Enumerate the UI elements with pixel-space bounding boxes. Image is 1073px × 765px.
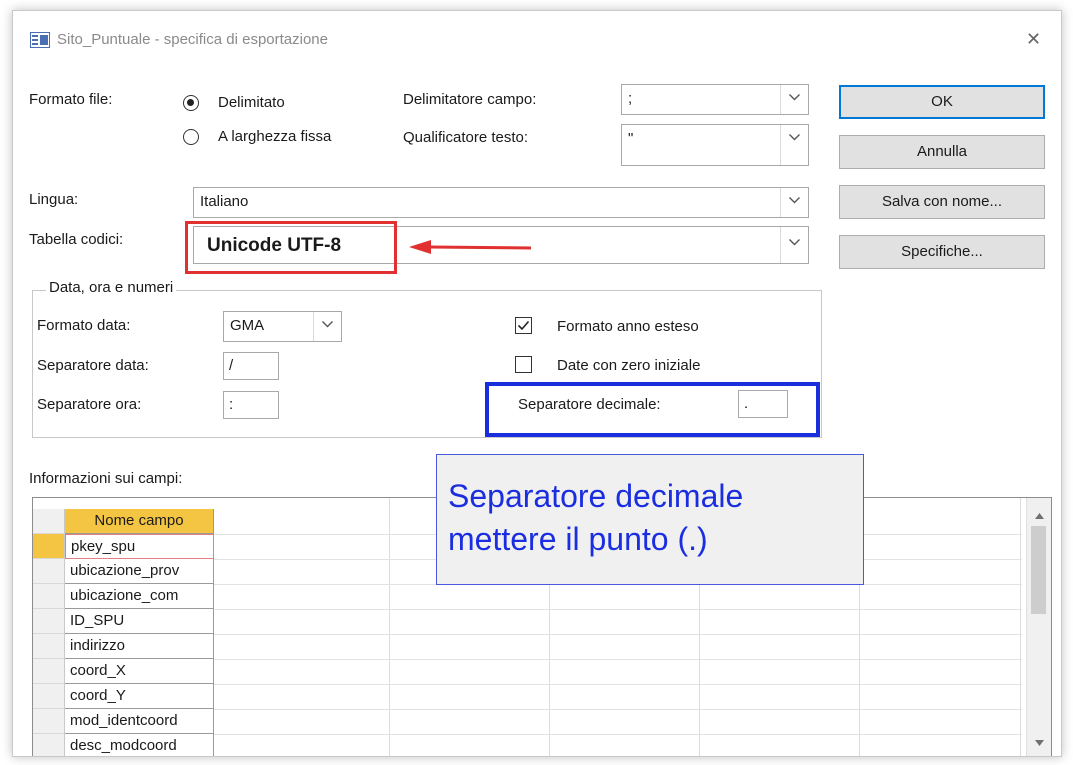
row-header[interactable] — [33, 584, 65, 609]
radio-delimited[interactable] — [183, 95, 199, 111]
scrollbar-thumb[interactable] — [1031, 526, 1046, 614]
chevron-down-icon[interactable] — [313, 312, 341, 341]
table-row[interactable]: coord_X — [65, 659, 214, 684]
row-header[interactable] — [33, 509, 65, 534]
table-row[interactable]: ubicazione_prov — [65, 559, 214, 584]
radio-fixed-width[interactable] — [183, 129, 199, 145]
check-icon — [517, 320, 530, 331]
file-format-label: Formato file: — [29, 91, 113, 108]
table-row[interactable]: pkey_spu — [65, 534, 214, 559]
text-qualifier-label: Qualificatore testo: — [403, 129, 529, 146]
field-delimiter-label: Delimitatore campo: — [403, 91, 537, 108]
date-format-combo[interactable]: GMA — [223, 311, 342, 342]
window-title: Sito_Puntuale - specifica di esportazion… — [57, 31, 328, 48]
row-header[interactable] — [33, 684, 65, 709]
four-digit-year-checkbox[interactable] — [515, 317, 532, 334]
time-separator-label: Separatore ora: — [37, 396, 142, 413]
text-qualifier-value: " — [628, 130, 634, 147]
cancel-button[interactable]: Annulla — [839, 135, 1045, 169]
red-arrow-annotation — [409, 240, 532, 254]
chevron-down-icon[interactable] — [780, 85, 808, 114]
chevron-down-icon[interactable] — [780, 125, 808, 165]
row-header[interactable] — [33, 609, 65, 634]
time-separator-input[interactable]: : — [223, 391, 279, 419]
table-row[interactable]: desc_modcoord — [65, 734, 214, 756]
four-digit-year-label[interactable]: Formato anno esteso — [557, 318, 699, 335]
row-header[interactable] — [33, 534, 65, 559]
radio-delimited-label[interactable]: Delimitato — [218, 94, 285, 111]
callout-line-2: mettere il punto (.) — [448, 521, 708, 557]
close-icon[interactable]: ✕ — [1026, 29, 1041, 50]
language-combo[interactable]: Italiano — [193, 187, 809, 218]
date-separator-input[interactable]: / — [223, 352, 279, 380]
table-row[interactable]: ID_SPU — [65, 609, 214, 634]
table-row[interactable]: mod_identcoord — [65, 709, 214, 734]
annotation-callout: Separatore decimale mettere il punto (.) — [436, 454, 864, 585]
leading-zero-checkbox[interactable] — [515, 356, 532, 373]
table-row[interactable]: ubicazione_com — [65, 584, 214, 609]
ok-button[interactable]: OK — [839, 85, 1045, 119]
table-row[interactable]: indirizzo — [65, 634, 214, 659]
app-icon — [30, 32, 50, 48]
datetime-group-title: Data, ora e numeri — [46, 279, 177, 296]
row-header[interactable] — [33, 659, 65, 684]
scroll-up-icon[interactable] — [1035, 513, 1044, 519]
field-delimiter-value: ; — [628, 90, 633, 107]
language-label: Lingua: — [29, 191, 79, 208]
table-row[interactable]: coord_Y — [65, 684, 214, 709]
export-spec-dialog: Sito_Puntuale - specifica di esportazion… — [12, 10, 1062, 757]
row-header[interactable] — [33, 634, 65, 659]
scroll-down-icon[interactable] — [1035, 740, 1044, 746]
vertical-scrollbar[interactable] — [1026, 498, 1051, 756]
code-page-label: Tabella codici: — [29, 231, 124, 248]
radio-fixed-width-label[interactable]: A larghezza fissa — [218, 128, 331, 145]
column-header-field-name[interactable]: Nome campo — [65, 509, 214, 534]
field-delimiter-combo[interactable]: ; — [621, 84, 809, 115]
callout-line-1: Separatore decimale — [448, 478, 744, 514]
row-header[interactable] — [33, 559, 65, 584]
field-info-label: Informazioni sui campi: — [29, 470, 183, 487]
code-page-value: Unicode UTF-8 — [207, 235, 342, 256]
row-header[interactable] — [33, 709, 65, 734]
language-value: Italiano — [200, 193, 249, 210]
text-qualifier-combo[interactable]: " — [621, 124, 809, 166]
date-separator-label: Separatore data: — [37, 357, 149, 374]
date-format-label: Formato data: — [37, 317, 131, 334]
decimal-separator-highlight — [485, 382, 820, 437]
save-as-button[interactable]: Salva con nome... — [839, 185, 1045, 219]
chevron-down-icon[interactable] — [780, 227, 808, 263]
chevron-down-icon[interactable] — [780, 188, 808, 217]
date-format-value: GMA — [230, 317, 265, 334]
specs-button[interactable]: Specifiche... — [839, 235, 1045, 269]
leading-zero-label[interactable]: Date con zero iniziale — [557, 357, 700, 374]
row-header[interactable] — [33, 734, 65, 756]
